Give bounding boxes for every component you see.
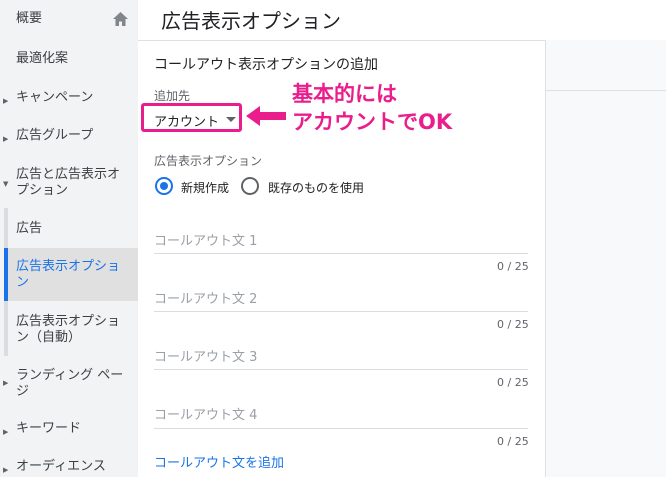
sidebar-item-extensions[interactable]: 広告表示オプショ ン: [4, 248, 138, 301]
chevron-right-icon: ▶: [3, 466, 9, 474]
callout-counter-3: 0 / 25: [497, 376, 529, 389]
side-panel: [545, 40, 666, 477]
callout-input-4-underline: [154, 428, 528, 429]
sidebar-item-ads[interactable]: 広告: [4, 220, 138, 240]
add-callout-link[interactable]: コールアウト文を追加: [154, 452, 284, 471]
annotation-arrow-icon: [246, 106, 286, 126]
sidebar-item-label: 広告: [16, 221, 43, 236]
callout-input-2-underline: [154, 311, 528, 312]
callout-input-1[interactable]: コールアウト文 1: [154, 230, 257, 249]
page-title: 広告表示オプション: [161, 9, 341, 33]
sidebar-item-ad-groups[interactable]: ▶ 広告グループ: [0, 127, 138, 147]
destination-value: アカウント: [154, 115, 220, 130]
destination-label: 追加先: [154, 89, 191, 103]
selected-indicator: [4, 248, 8, 301]
sidebar-item-label-line2: プション: [16, 183, 69, 198]
radio-new-label[interactable]: 新規作成: [181, 179, 229, 196]
callout-input-2[interactable]: コールアウト文 2: [154, 288, 257, 307]
caret-down-icon: [226, 117, 236, 122]
callout-counter-4: 0 / 25: [497, 435, 529, 448]
extension-label: 広告表示オプション: [154, 154, 263, 168]
chevron-right-icon: ▶: [3, 379, 9, 387]
chevron-down-icon: ▼: [3, 180, 9, 188]
sidebar-item-keywords[interactable]: ▶ キーワード: [0, 420, 138, 440]
sidebar-item-label: 広告と広告表示オ: [16, 167, 121, 182]
side-panel-divider: [545, 90, 666, 91]
sidebar-item-label: 広告グループ: [16, 128, 94, 143]
sidebar-item-label: 概要: [16, 11, 43, 26]
sidebar-item-label-line2: ジ: [16, 384, 30, 399]
sidebar-item-landing-pages[interactable]: ▶ ランディング ペー ジ: [0, 367, 138, 403]
sidebar-item-ads-and-extensions[interactable]: ▼ 広告と広告表示オ プション: [0, 166, 138, 202]
callout-input-4[interactable]: コールアウト文 4: [154, 404, 257, 423]
callout-counter-2: 0 / 25: [497, 318, 529, 331]
sidebar-item-label: キャンペーン: [16, 90, 94, 105]
annotation-line2: アカウントでOK: [292, 110, 453, 134]
sidebar-item-auto-extensions[interactable]: 広告表示オプショ ン（自動）: [4, 313, 138, 349]
sidebar-item-label: 広告表示オプショ: [16, 259, 121, 274]
sidebar-item-label: ランディング ペー: [16, 368, 124, 383]
radio-existing-label[interactable]: 既存のものを使用: [268, 179, 364, 196]
radio-new[interactable]: [155, 177, 173, 195]
sidebar-item-label: 最適化案: [16, 51, 69, 66]
chevron-right-icon: ▶: [3, 135, 9, 143]
sidebar-item-audiences[interactable]: ▶ オーディエンス: [0, 458, 138, 477]
sidebar: 概要 最適化案 ▶ キャンペーン ▶ 広告グループ ▼ 広告と広告表示オ プショ…: [0, 0, 138, 477]
callout-input-3-underline: [154, 369, 528, 370]
chevron-right-icon: ▶: [3, 97, 9, 105]
annotation-text: 基本的には アカウントでOK: [292, 80, 452, 136]
home-icon[interactable]: [113, 12, 128, 26]
sidebar-item-label-line2: ン: [16, 275, 30, 290]
sidebar-item-label: キーワード: [16, 421, 82, 436]
callout-input-1-underline: [154, 253, 528, 254]
sidebar-item-label: 広告表示オプショ: [16, 314, 121, 329]
sidebar-item-label: オーディエンス: [16, 459, 106, 474]
chevron-right-icon: ▶: [3, 428, 9, 436]
annotation-line1: 基本的には: [292, 82, 397, 106]
destination-dropdown[interactable]: アカウント: [141, 103, 242, 132]
form-title: コールアウト表示オプションの追加: [154, 57, 378, 73]
callout-counter-1: 0 / 25: [497, 260, 529, 273]
callout-input-3[interactable]: コールアウト文 3: [154, 346, 257, 365]
sidebar-item-campaigns[interactable]: ▶ キャンペーン: [0, 89, 138, 109]
sidebar-item-recommendations[interactable]: 最適化案: [0, 50, 138, 70]
radio-existing[interactable]: [241, 177, 259, 195]
sidebar-item-label-line2: ン（自動）: [16, 330, 82, 345]
